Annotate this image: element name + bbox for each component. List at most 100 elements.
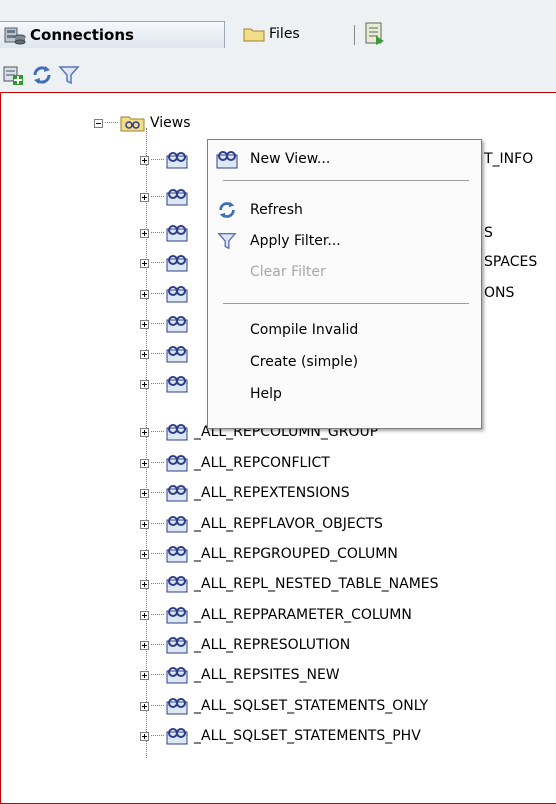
tree-node-label-fragment: ONS [484, 285, 515, 301]
tree-node-label-fragment: T_INFO [484, 151, 534, 167]
tree-node-label: _ALL_SQLSET_STATEMENTS_PHV [194, 728, 421, 744]
tree-node-view[interactable]: _ALL_REPCONFLICT [140, 452, 330, 474]
view-icon [166, 225, 188, 242]
tree-node-view[interactable]: _ALL_REPGROUPED_COLUMN [140, 543, 398, 565]
tab-connections[interactable]: Connections [0, 21, 225, 48]
tree-node-view[interactable] [140, 343, 194, 365]
tree-node-label: _ALL_REPSITES_NEW [194, 667, 340, 683]
tree-node-view[interactable]: _ALL_REPFLAVOR_OBJECTS [140, 513, 383, 535]
tree-node-label: _ALL_REPRESOLUTION [194, 637, 351, 653]
tree-node-label-fragment: S [484, 225, 493, 241]
context-menu: New View... Refresh Apply Filter... Clea… [207, 139, 482, 429]
expand-toggle[interactable] [140, 579, 149, 589]
view-icon [166, 667, 188, 684]
view-icon [166, 698, 188, 715]
add-connection-icon[interactable] [2, 64, 24, 86]
menu-item-help[interactable]: Help [208, 381, 481, 407]
tree-node-label: _ALL_SQLSET_STATEMENTS_ONLY [194, 698, 429, 714]
tree-node-view[interactable]: _ALL_SQLSET_STATEMENTS_ONLY [140, 695, 428, 717]
menu-item-clear-filter[interactable]: Clear Filter [208, 259, 481, 285]
expand-toggle[interactable] [140, 640, 149, 650]
view-icon [166, 485, 188, 502]
tree-node-views[interactable]: Views [94, 112, 191, 134]
tab-divider [354, 25, 355, 45]
collapse-toggle[interactable] [94, 118, 103, 128]
expand-toggle[interactable] [140, 549, 149, 559]
tree-node-view[interactable] [140, 373, 194, 395]
tree-node-label-fragment: SPACES [484, 254, 538, 270]
menu-item-apply-filter[interactable]: Apply Filter... [208, 228, 481, 254]
folder-view-icon [120, 116, 145, 132]
tree-node-label: _ALL_REPFLAVOR_OBJECTS [194, 516, 383, 532]
expand-toggle[interactable] [140, 488, 149, 498]
view-icon [166, 516, 188, 533]
menu-item-refresh[interactable]: Refresh [208, 197, 481, 223]
view-icon [166, 255, 188, 272]
view-icon [166, 286, 188, 303]
tree-node-view[interactable] [140, 283, 194, 305]
tree-node-label: _ALL_REPCONFLICT [194, 455, 330, 471]
view-icon [216, 151, 238, 169]
expand-toggle[interactable] [140, 289, 149, 299]
tab-connections-label: Connections [30, 26, 134, 44]
refresh-icon [219, 201, 235, 219]
folder-icon [243, 28, 265, 42]
menu-item-compile-invalid[interactable]: Compile Invalid [208, 317, 481, 343]
filter-icon[interactable] [58, 64, 80, 86]
view-icon [166, 576, 188, 593]
expand-toggle[interactable] [140, 427, 149, 437]
expand-toggle[interactable] [140, 228, 149, 238]
menu-item-label: Help [250, 386, 282, 402]
tree-node-view[interactable] [140, 222, 194, 244]
menu-item-create-simple[interactable]: Create (simple) [208, 349, 481, 375]
menu-separator [223, 303, 469, 304]
tree-node-view[interactable]: _ALL_REPL_NESTED_TABLE_NAMES [140, 573, 439, 595]
expand-toggle[interactable] [140, 155, 149, 165]
expand-toggle[interactable] [140, 349, 149, 359]
expand-toggle[interactable] [140, 379, 149, 389]
expand-toggle[interactable] [140, 731, 149, 741]
expand-toggle[interactable] [140, 519, 149, 529]
tree-node-view[interactable] [140, 186, 194, 208]
expand-toggle[interactable] [140, 670, 149, 680]
expand-toggle[interactable] [140, 458, 149, 468]
view-icon [166, 607, 188, 624]
tree-node-view[interactable]: _ALL_REPSITES_NEW [140, 664, 340, 686]
expand-toggle[interactable] [140, 258, 149, 268]
view-icon [166, 424, 188, 441]
tab-bar: Connections Files [0, 0, 556, 58]
view-icon [166, 637, 188, 654]
menu-item-label: Create (simple) [250, 354, 359, 370]
filter-icon [217, 233, 237, 250]
expand-toggle[interactable] [140, 610, 149, 620]
tree-node-label: _ALL_REPPARAMETER_COLUMN [194, 607, 412, 623]
menu-item-label: Clear Filter [250, 264, 326, 280]
tree-node-view[interactable]: _ALL_SQLSET_STATEMENTS_PHV [140, 725, 421, 747]
menu-item-label: Refresh [250, 202, 303, 218]
view-icon [166, 316, 188, 333]
menu-item-new-view[interactable]: New View... [208, 146, 481, 172]
tree-node-view[interactable]: _ALL_REPPARAMETER_COLUMN [140, 604, 412, 626]
tree-node-view[interactable] [140, 252, 194, 274]
menu-item-label: Compile Invalid [250, 322, 359, 338]
tree-node-label: _ALL_REPGROUPED_COLUMN [194, 546, 398, 562]
view-icon [166, 346, 188, 363]
view-icon [166, 455, 188, 472]
tree-node-view[interactable] [140, 313, 194, 335]
expand-toggle[interactable] [140, 192, 149, 202]
view-icon [166, 189, 188, 206]
database-connections-icon [4, 27, 26, 45]
view-icon [166, 728, 188, 745]
tree-node-view[interactable] [140, 149, 194, 171]
refresh-icon[interactable] [31, 64, 53, 86]
expand-toggle[interactable] [140, 319, 149, 329]
document-icon[interactable] [364, 22, 386, 46]
view-icon [166, 546, 188, 563]
expand-toggle[interactable] [140, 701, 149, 711]
tree-node-view[interactable]: _ALL_REPEXTENSIONS [140, 482, 350, 504]
menu-item-label: New View... [250, 151, 331, 167]
menu-item-label: Apply Filter... [250, 233, 341, 249]
tab-files[interactable]: Files [243, 21, 333, 47]
toolbar [0, 58, 556, 92]
tree-node-view[interactable]: _ALL_REPRESOLUTION [140, 634, 350, 656]
